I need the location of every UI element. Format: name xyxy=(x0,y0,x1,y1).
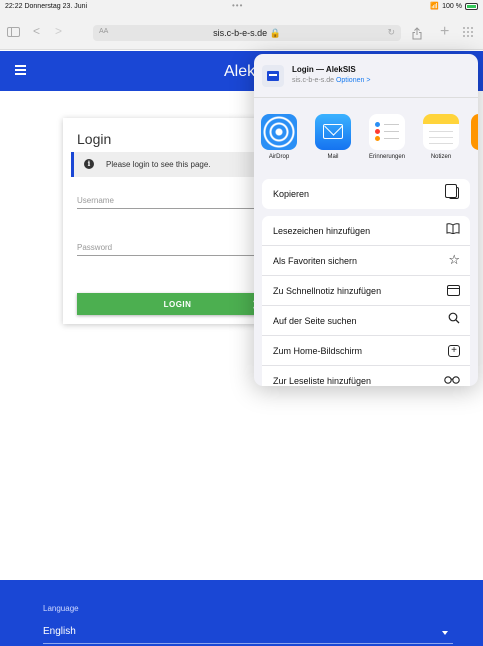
language-label: Language xyxy=(43,604,79,613)
browser-toolbar: < > AA sis.c-b-e-s.de 🔒 ↻ + xyxy=(0,12,483,50)
share-sheet-header: Login — AlekSIS sis.c-b-e-s.de Optionen … xyxy=(254,54,478,98)
sidebar-icon[interactable] xyxy=(7,27,20,37)
login-button[interactable]: LOGIN ➤ xyxy=(77,293,278,315)
action-home-screen[interactable]: Zum Home-Bildschirm + xyxy=(262,336,470,366)
url-text[interactable]: sis.c-b-e-s.de 🔒 xyxy=(93,28,401,39)
copy-action[interactable]: Kopieren xyxy=(262,179,470,209)
language-select[interactable]: English xyxy=(43,624,453,644)
share-icon-svg xyxy=(412,27,422,40)
book-icon xyxy=(446,222,460,237)
action-quick-note[interactable]: Zu Schnellnotiz hinzufügen xyxy=(262,276,470,306)
copy-icon xyxy=(445,184,459,199)
back-icon[interactable]: < xyxy=(33,24,40,38)
login-button-label: LOGIN xyxy=(163,300,192,309)
hamburger-icon[interactable] xyxy=(15,65,26,77)
share-app-reminders[interactable]: Erinnerungen xyxy=(363,114,411,160)
share-subtitle: sis.c-b-e-s.de Optionen > xyxy=(292,77,370,84)
star-icon: ☆ xyxy=(448,252,460,267)
dropdown-caret-icon xyxy=(442,631,448,635)
share-app-mail[interactable]: Mail xyxy=(309,114,357,160)
password-input[interactable] xyxy=(77,240,278,256)
action-bookmark[interactable]: Lesezeichen hinzufügen xyxy=(262,216,470,246)
share-title: Login — AlekSIS xyxy=(292,65,356,74)
tabs-overview-icon[interactable] xyxy=(462,26,473,37)
share-apps-row: AirDrop Mail Erinnerungen Notizen E xyxy=(254,114,478,170)
search-icon-svg xyxy=(448,312,460,324)
alert-text: Please login to see this page. xyxy=(106,160,211,169)
app-label: Erinnerungen xyxy=(368,154,406,160)
reload-icon[interactable]: ↻ xyxy=(387,27,395,38)
address-bar[interactable]: AA sis.c-b-e-s.de 🔒 ↻ xyxy=(93,25,401,41)
language-value: English xyxy=(43,626,76,637)
options-link[interactable]: Optionen > xyxy=(336,77,370,84)
site-icon xyxy=(262,65,284,87)
status-time: 22:22 Donnerstag 23. Juni xyxy=(5,3,88,10)
add-square-icon: + xyxy=(448,345,460,357)
app-label: AirDrop xyxy=(268,154,290,160)
action-label: Zum Home-Bildschirm xyxy=(273,346,363,356)
action-label: Zu Schnellnotiz hinzufügen xyxy=(273,286,382,296)
battery-percent: 100 % xyxy=(442,2,462,10)
share-app-airdrop[interactable]: AirDrop xyxy=(255,114,303,160)
quick-note-icon xyxy=(447,285,460,296)
username-input[interactable] xyxy=(77,193,278,209)
action-label: Lesezeichen hinzufügen xyxy=(273,226,371,236)
footer: Language English xyxy=(0,580,483,646)
forward-icon[interactable]: > xyxy=(55,24,62,38)
action-favorite[interactable]: Als Favoriten sichern ☆ xyxy=(262,246,470,276)
wifi-icon: 📶 xyxy=(430,3,440,10)
app-label: Mail xyxy=(327,154,339,160)
app-icon xyxy=(471,114,478,150)
login-card: Login i Please login to see this page. L… xyxy=(63,118,278,324)
share-icon[interactable] xyxy=(412,27,422,43)
new-tab-plus-icon[interactable]: + xyxy=(440,23,449,41)
action-label: Kopieren xyxy=(273,189,310,199)
status-bar: 22:22 Donnerstag 23. Juni ••• 📶 100 % xyxy=(0,0,483,12)
airdrop-icon xyxy=(261,114,297,150)
glasses-icon xyxy=(444,372,460,386)
battery-icon xyxy=(465,2,478,10)
glasses-icon-svg xyxy=(444,376,460,384)
status-right: 📶 100 % xyxy=(430,2,478,10)
action-label: Als Favoriten sichern xyxy=(273,256,358,266)
share-app-more[interactable]: E xyxy=(454,114,478,160)
copy-group: Kopieren xyxy=(262,179,470,209)
share-domain: sis.c-b-e-s.de xyxy=(292,77,335,84)
login-alert: i Please login to see this page. xyxy=(71,152,278,177)
search-icon xyxy=(448,312,460,327)
app-label: E xyxy=(454,154,478,160)
login-title: Login xyxy=(77,131,112,147)
action-find-on-page[interactable]: Auf der Seite suchen xyxy=(262,306,470,336)
reminders-icon xyxy=(369,114,405,150)
share-sheet: Login — AlekSIS sis.c-b-e-s.de Optionen … xyxy=(254,54,478,386)
action-label: Auf der Seite suchen xyxy=(273,316,357,326)
actions-group: Lesezeichen hinzufügen Als Favoriten sic… xyxy=(262,216,470,386)
action-label: Zur Leseliste hinzufügen xyxy=(273,376,372,386)
mail-icon xyxy=(315,114,351,150)
book-icon-svg xyxy=(446,223,460,235)
action-reading-list[interactable]: Zur Leseliste hinzufügen xyxy=(262,366,470,386)
info-icon: i xyxy=(84,159,94,169)
multitasking-dots-icon[interactable]: ••• xyxy=(232,1,243,10)
